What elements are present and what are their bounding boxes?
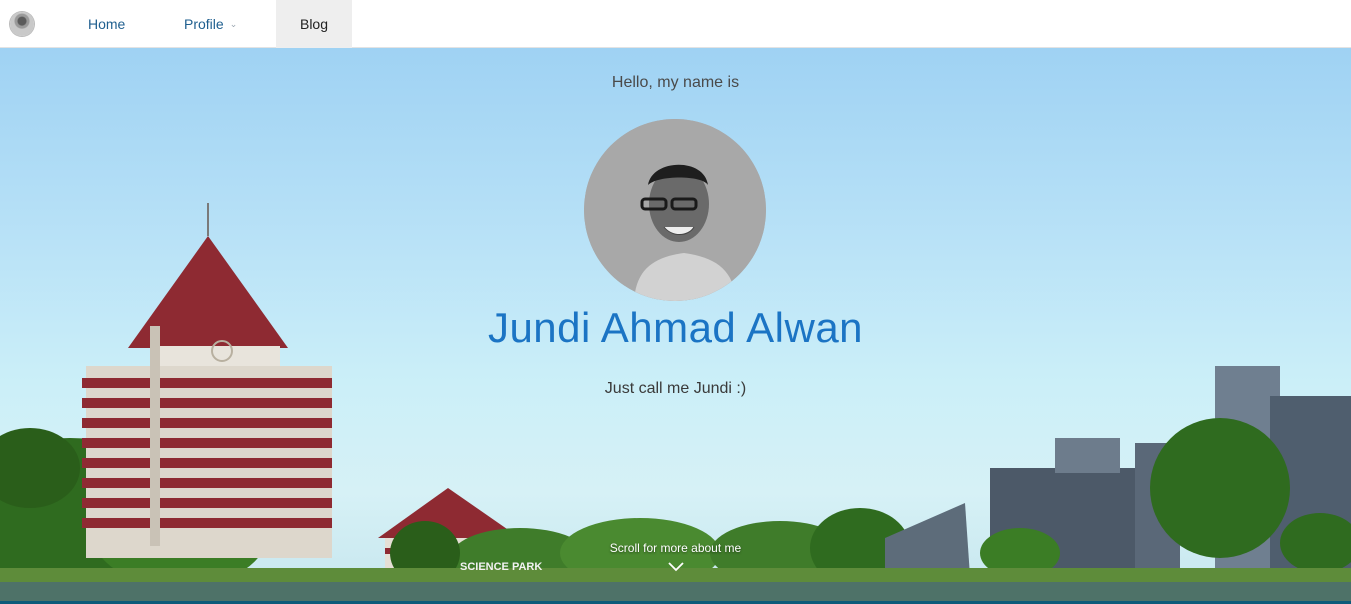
science-park-sign: SCIENCE PARK [460,561,542,573]
greeting-text: Hello, my name is [611,74,740,91]
avatar-icon[interactable] [10,12,34,36]
chevron-down-icon: ⌄ [229,18,238,29]
nav-blog-link[interactable]: Blog [276,0,352,48]
chevron-down-icon[interactable] [668,562,684,572]
nav-blog-label: Blog [299,16,329,32]
nav-home-label: Home [88,16,126,32]
nav-home-link[interactable]: Home [74,0,170,48]
top-navbar: Home Profile ⌄ Blog [0,0,1351,48]
hero-tagline: Just call me Jundi :) [604,380,747,397]
nav-profile-label: Profile [184,16,224,32]
profile-photo [584,119,766,301]
scroll-hint-link[interactable]: Scroll for more about me [0,541,1351,555]
nav-profile-dropdown[interactable]: Profile ⌄ [170,0,276,48]
hero-section: SCIENCE PARK Hello, my name is Jundi Ahm… [0,48,1351,604]
nav-links: Home Profile ⌄ Blog [74,0,352,48]
hero-name-heading: Jundi Ahmad Alwan [487,304,864,351]
